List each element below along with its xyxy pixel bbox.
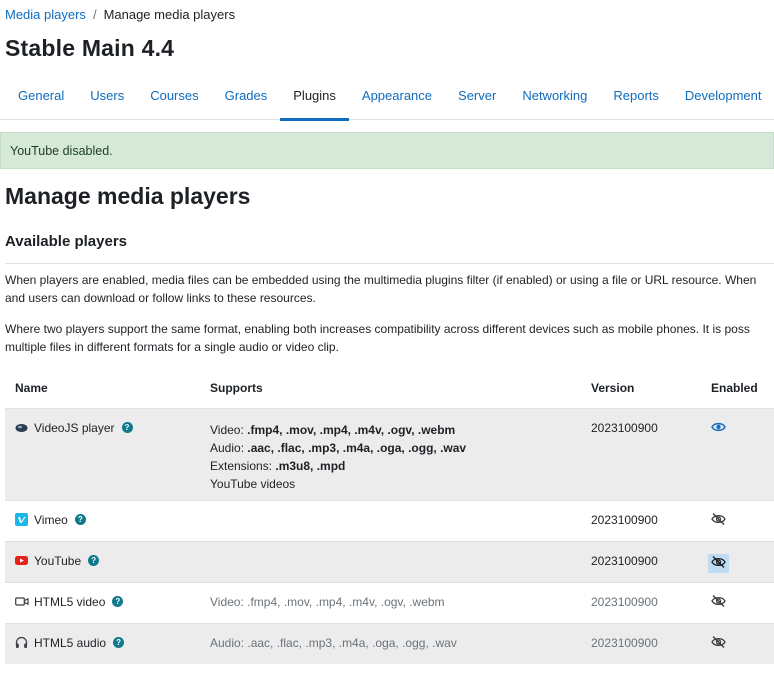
breadcrumb-current: Manage media players (103, 7, 236, 22)
supports-cell (200, 499, 581, 541)
intro-paragraph-1-line-1: When players are enabled, media files ca… (5, 273, 757, 287)
player-name-cell: Vimeo ? (5, 499, 200, 541)
help-icon[interactable]: ? (113, 637, 125, 648)
table-row: YouTube ? 2023100900 (5, 540, 774, 582)
intro-paragraph-1: When players are enabled, media files ca… (5, 271, 774, 307)
help-icon[interactable]: ? (112, 596, 124, 607)
player-name: YouTube (34, 553, 82, 568)
eye-slash-icon[interactable] (711, 512, 729, 527)
intro-paragraph-2: Where two players support the same forma… (5, 320, 774, 356)
video-formats: .fmp4, .mov, .mp4, .m4v, .ogv, .webm (247, 422, 456, 437)
tab-development[interactable]: Development (672, 74, 774, 120)
intro-paragraph-1-line-2: and users can download or follow links t… (5, 291, 316, 305)
media-players-table: Name Supports Version Enabled VideoJS pl… (5, 370, 774, 664)
supports-cell (200, 540, 581, 582)
ext-prefix: Extensions: (210, 458, 276, 473)
player-name: HTML5 video (34, 594, 106, 609)
vimeo-icon (15, 513, 28, 526)
table-row: HTML5 video ? Video: .fmp4, .mov, .mp4, … (5, 581, 774, 623)
extra-support: YouTube videos (210, 476, 296, 491)
eye-slash-icon[interactable] (711, 635, 729, 650)
enabled-cell (701, 622, 774, 664)
success-alert: YouTube disabled. (0, 132, 774, 169)
tab-plugins[interactable]: Plugins (280, 74, 349, 121)
intro-paragraph-2-line-1: Where two players support the same forma… (5, 322, 750, 336)
tab-grades[interactable]: Grades (212, 74, 281, 120)
youtube-icon (15, 554, 28, 567)
page-heading: Manage media players (5, 183, 251, 209)
supports-cell: Audio: .aac, .flac, .mp3, .m4a, .oga, .o… (200, 622, 581, 664)
help-icon[interactable]: ? (74, 514, 86, 525)
player-name: Vimeo (34, 512, 68, 527)
version-cell: 2023100900 (581, 499, 701, 541)
breadcrumb-separator: / (92, 7, 97, 22)
help-icon[interactable]: ? (121, 422, 133, 433)
table-row: VideoJS player ? Video: .fmp4, .mov, .mp… (5, 407, 774, 500)
tab-general[interactable]: General (0, 74, 77, 120)
extension-formats: .m3u8, .mpd (275, 458, 346, 473)
tab-reports[interactable]: Reports (600, 74, 672, 120)
tab-users[interactable]: Users (77, 74, 137, 120)
tab-appearance[interactable]: Appearance (349, 74, 445, 120)
breadcrumb: Media players / Manage media players (5, 7, 235, 22)
admin-tabs: General Users Courses Grades Plugins App… (0, 74, 774, 121)
headphones-icon (15, 636, 28, 649)
player-name: VideoJS player (34, 420, 115, 435)
player-name-cell: HTML5 video ? (5, 581, 200, 623)
version-cell: 2023100900 (581, 407, 701, 500)
player-name-cell: YouTube ? (5, 540, 200, 582)
column-header-name: Name (5, 370, 200, 409)
column-header-supports: Supports (200, 370, 581, 409)
player-name: HTML5 audio (34, 635, 107, 650)
version-cell: 2023100900 (581, 622, 701, 664)
audio-prefix: Audio: (210, 440, 248, 455)
enabled-cell (701, 540, 774, 582)
supports-cell: Video: .fmp4, .mov, .mp4, .m4v, .ogv, .w… (200, 407, 581, 500)
help-icon[interactable]: ? (88, 555, 100, 566)
audio-formats: .aac, .flac, .mp3, .m4a, .oga, .ogg, .wa… (247, 440, 467, 455)
version-cell: 2023100900 (581, 581, 701, 623)
supports-cell: Video: .fmp4, .mov, .mp4, .m4v, .ogv, .w… (200, 581, 581, 623)
intro-paragraph-2-line-2: multiple files in different formats for … (5, 340, 339, 354)
column-header-version: Version (581, 370, 701, 409)
enabled-cell (701, 499, 774, 541)
player-name-cell: HTML5 audio ? (5, 622, 200, 664)
eye-slash-icon[interactable] (711, 594, 729, 609)
tab-courses[interactable]: Courses (137, 74, 211, 120)
table-row: HTML5 audio ? Audio: .aac, .flac, .mp3, … (5, 622, 774, 664)
video-prefix: Video: (210, 422, 248, 437)
divider (5, 263, 774, 264)
player-name-cell: VideoJS player ? (5, 407, 200, 500)
site-title: Stable Main 4.4 (5, 35, 175, 61)
videojs-icon (15, 421, 28, 434)
version-cell: 2023100900 (581, 540, 701, 582)
breadcrumb-media-players-link[interactable]: Media players (5, 7, 86, 22)
column-header-enabled: Enabled (701, 370, 774, 409)
enabled-cell (701, 407, 774, 500)
tab-networking[interactable]: Networking (509, 74, 600, 120)
table-row: Vimeo ? 2023100900 (5, 499, 774, 541)
enabled-cell (701, 581, 774, 623)
section-heading: Available players (5, 233, 128, 250)
table-header-row: Name Supports Version Enabled (5, 370, 774, 409)
eye-slash-icon[interactable] (708, 553, 729, 573)
video-camera-icon (15, 595, 29, 608)
tab-server[interactable]: Server (445, 74, 509, 120)
eye-icon[interactable] (711, 421, 729, 435)
